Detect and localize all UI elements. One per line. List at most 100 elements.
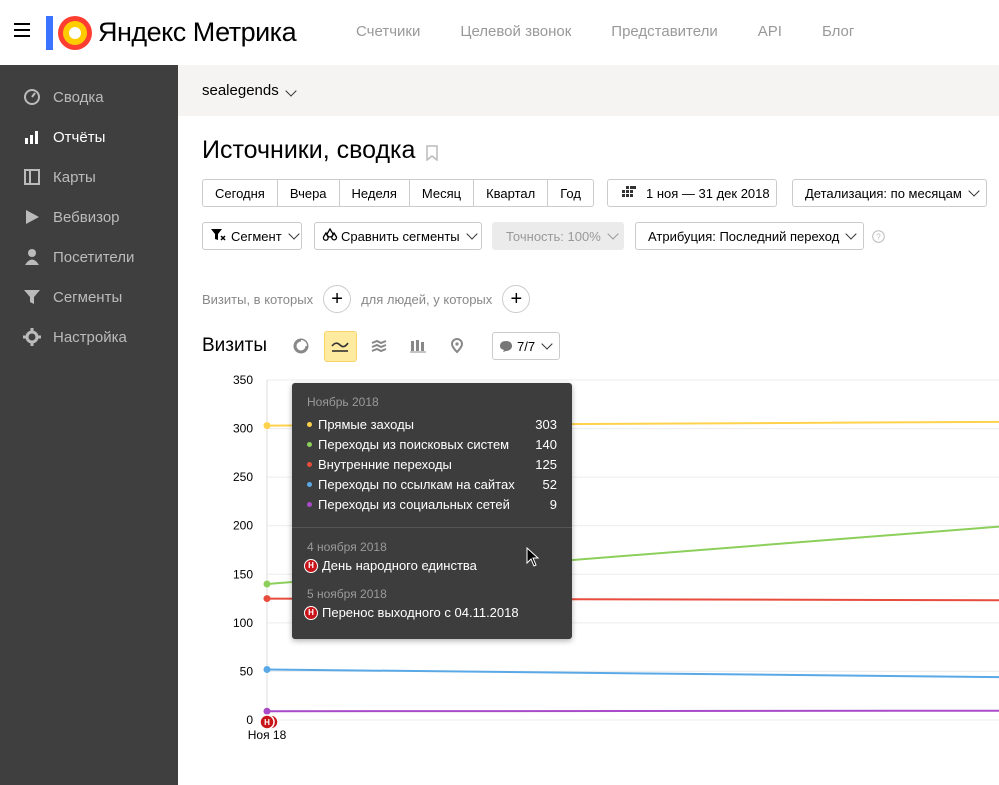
x-tick-label: Ноя 18 bbox=[248, 728, 287, 742]
compare-segments-button[interactable]: Сравнить сегменты bbox=[314, 222, 482, 250]
nav-api[interactable]: API bbox=[758, 23, 782, 40]
date-range-text: 1 ноя — 31 дек 2018 bbox=[646, 185, 770, 201]
period-week[interactable]: Неделя bbox=[340, 180, 410, 206]
series-dot bbox=[307, 461, 312, 467]
area-chart-button[interactable] bbox=[363, 331, 396, 362]
nav-representatives[interactable]: Представители bbox=[611, 23, 717, 40]
series-point bbox=[263, 665, 271, 673]
chevron-down-icon bbox=[285, 85, 297, 97]
gauge-icon bbox=[23, 88, 41, 106]
logo-mark-icon bbox=[46, 14, 94, 50]
y-tick-label: 150 bbox=[233, 567, 253, 581]
bookmark-icon[interactable] bbox=[426, 145, 438, 166]
segment-button[interactable]: Сегмент bbox=[202, 222, 302, 250]
series-line bbox=[266, 709, 999, 713]
tooltip-row-label: Переходы из социальных сетей bbox=[318, 496, 510, 512]
page-title: Источники, сводка bbox=[202, 136, 416, 164]
sidebar: Сводка Отчёты Карты Вебвизор Посетители … bbox=[0, 65, 178, 785]
accuracy-select[interactable]: Точность: 100% bbox=[492, 222, 624, 250]
attribution-select[interactable]: Атрибуция: Последний переход bbox=[635, 222, 864, 250]
segment-label: Сегмент bbox=[231, 228, 282, 244]
period-yesterday[interactable]: Вчера bbox=[278, 180, 340, 206]
y-tick-label: 250 bbox=[233, 470, 253, 484]
add-people-condition-button[interactable]: + bbox=[502, 285, 531, 313]
period-today[interactable]: Сегодня bbox=[203, 180, 278, 206]
bar-chart-button[interactable] bbox=[402, 331, 435, 362]
holiday-badge-icon: Н bbox=[304, 605, 318, 620]
tooltip-row-label: Прямые заходы bbox=[318, 416, 415, 432]
series-point bbox=[263, 707, 271, 715]
top-bar: Яндекс Метрика Счетчики Целевой звонок П… bbox=[0, 0, 999, 65]
nav-target-call[interactable]: Целевой звонок bbox=[460, 23, 571, 40]
filter-builder: Визиты, в которых + для людей, у которых… bbox=[202, 285, 540, 313]
sidebar-item-segments[interactable]: Сегменты bbox=[0, 277, 178, 317]
help-icon[interactable]: ? bbox=[872, 230, 885, 248]
period-year[interactable]: Год bbox=[548, 180, 593, 206]
tooltip-row: Внутренние переходы 125 bbox=[307, 454, 557, 474]
period-selector: Сегодня Вчера Неделя Месяц Квартал Год bbox=[202, 179, 594, 207]
holiday-date: 5 ноября 2018 bbox=[307, 587, 387, 601]
holiday-name: День народного единства bbox=[322, 558, 477, 573]
series-selector[interactable]: 7/7 bbox=[491, 332, 560, 360]
counter-selector[interactable]: sealegends bbox=[202, 82, 297, 99]
add-visit-condition-button[interactable]: + bbox=[323, 285, 352, 313]
tooltip-divider bbox=[292, 527, 572, 528]
menu-icon[interactable] bbox=[14, 23, 30, 37]
holiday-marker-label: Н bbox=[264, 718, 270, 727]
map-chart-button[interactable] bbox=[441, 331, 474, 362]
line-chart-icon bbox=[331, 342, 350, 352]
play-icon bbox=[23, 208, 41, 226]
period-quarter[interactable]: Квартал bbox=[474, 180, 549, 206]
sidebar-item-summary[interactable]: Сводка bbox=[0, 77, 178, 117]
y-tick-label: 50 bbox=[240, 664, 254, 678]
svg-text:?: ? bbox=[876, 233, 881, 242]
sidebar-item-label: Сегменты bbox=[53, 288, 123, 306]
series-point bbox=[263, 595, 271, 603]
bar-chart-icon bbox=[23, 128, 41, 146]
top-nav: Счетчики Целевой звонок Представители AP… bbox=[336, 0, 874, 62]
map-icon bbox=[23, 168, 41, 186]
speech-bubble-icon bbox=[499, 340, 512, 352]
y-tick-label: 200 bbox=[233, 519, 253, 533]
y-tick-label: 0 bbox=[246, 713, 253, 727]
pie-chart-button[interactable] bbox=[285, 331, 318, 362]
sidebar-item-maps[interactable]: Карты bbox=[0, 157, 178, 197]
sidebar-item-visitors[interactable]: Посетители bbox=[0, 237, 178, 277]
stacked-bar-icon bbox=[410, 340, 427, 353]
sidebar-item-label: Настройка bbox=[53, 328, 127, 346]
tooltip-row: Переходы из социальных сетей 9 bbox=[307, 494, 557, 514]
tooltip-month: Ноябрь 2018 bbox=[307, 395, 379, 409]
mouse-cursor-icon bbox=[526, 546, 540, 572]
accuracy-text: Точность: 100% bbox=[506, 228, 601, 244]
tooltip-row-value: 125 bbox=[535, 456, 557, 472]
date-range-button[interactable]: 1 ноя — 31 дек 2018 bbox=[607, 179, 777, 207]
holiday-badge-icon: Н bbox=[304, 558, 318, 573]
person-icon bbox=[23, 248, 41, 266]
sidebar-item-label: Сводка bbox=[53, 88, 104, 106]
series-point bbox=[263, 580, 271, 588]
pie-chart-icon bbox=[293, 338, 309, 354]
yandex-metrika-logo[interactable]: Яндекс Метрика bbox=[46, 12, 297, 52]
filter-icon bbox=[211, 228, 226, 244]
period-month[interactable]: Месяц bbox=[410, 180, 475, 206]
sidebar-item-settings[interactable]: Настройка bbox=[0, 317, 178, 357]
y-tick-label: 350 bbox=[233, 373, 253, 387]
sidebar-item-webvisor[interactable]: Вебвизор bbox=[0, 197, 178, 237]
visits-condition-label: Визиты, в которых bbox=[202, 291, 314, 307]
nav-counters[interactable]: Счетчики bbox=[356, 23, 420, 40]
counter-name: sealegends bbox=[202, 82, 279, 99]
line-chart-button[interactable] bbox=[323, 330, 357, 362]
sidebar-item-reports[interactable]: Отчёты bbox=[0, 117, 178, 157]
chevron-down-icon bbox=[465, 227, 478, 240]
holiday-item: Н День народного единства bbox=[304, 558, 477, 573]
people-condition-label: для людей, у которых bbox=[361, 291, 493, 307]
attribution-text: Атрибуция: Последний переход bbox=[648, 228, 840, 244]
chevron-down-icon bbox=[288, 227, 300, 240]
tooltip-row-value: 52 bbox=[542, 476, 557, 492]
nav-blog[interactable]: Блог bbox=[822, 23, 854, 40]
tooltip-row-value: 9 bbox=[549, 496, 557, 512]
tooltip-row: Переходы по ссылкам на сайтах 52 bbox=[307, 474, 557, 494]
chevron-down-icon bbox=[541, 337, 553, 350]
detail-select[interactable]: Детализация: по месяцам bbox=[792, 179, 987, 207]
series-point bbox=[263, 422, 271, 430]
